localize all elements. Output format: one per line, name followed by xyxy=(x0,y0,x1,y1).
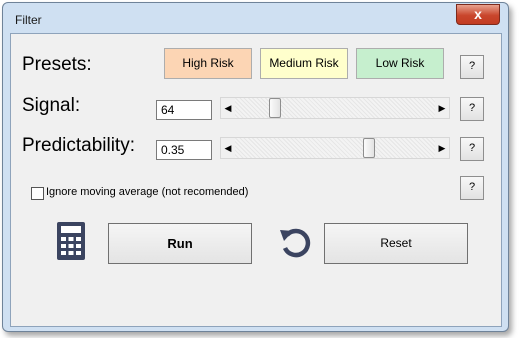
reset-icon[interactable] xyxy=(277,224,315,267)
signal-slider[interactable]: ◀ ▶ xyxy=(220,97,450,119)
preset-medium-risk-button[interactable]: Medium Risk xyxy=(260,48,348,79)
signal-help-button[interactable]: ? xyxy=(460,97,484,121)
ignore-moving-average-checkbox[interactable] xyxy=(31,187,44,200)
preset-high-risk-button[interactable]: High Risk xyxy=(164,48,252,79)
ignore-moving-average-label: Ignore moving average (not recomended) xyxy=(46,186,249,198)
predictability-slider[interactable]: ◀ ▶ xyxy=(220,137,450,159)
signal-input[interactable]: 64 xyxy=(156,100,212,120)
predictability-right-arrow[interactable]: ▶ xyxy=(435,138,449,158)
dialog-body: Presets: High Risk Medium Risk Low Risk … xyxy=(10,33,502,327)
run-button[interactable]: Run xyxy=(108,223,252,264)
predictability-slider-thumb[interactable] xyxy=(362,138,375,158)
presets-label: Presets: xyxy=(22,54,92,75)
ignore-ma-help-button[interactable]: ? xyxy=(460,176,484,200)
reset-button[interactable]: Reset xyxy=(324,223,468,264)
predictability-help-button[interactable]: ? xyxy=(460,137,484,161)
predictability-left-arrow[interactable]: ◀ xyxy=(221,138,235,158)
window-title: Filter xyxy=(15,13,42,27)
signal-slider-thumb[interactable] xyxy=(268,98,281,118)
signal-label: Signal: xyxy=(22,95,81,116)
predictability-label: Predictability: xyxy=(22,135,135,156)
predictability-input[interactable]: 0.35 xyxy=(156,140,212,160)
preset-low-risk-button[interactable]: Low Risk xyxy=(356,48,444,79)
filter-dialog: Filter x Presets: High Risk Medium Risk … xyxy=(2,2,509,332)
title-bar[interactable]: Filter x xyxy=(3,3,508,33)
presets-help-button[interactable]: ? xyxy=(460,55,484,79)
close-button[interactable]: x xyxy=(456,4,500,25)
calculator-icon xyxy=(56,221,86,266)
signal-right-arrow[interactable]: ▶ xyxy=(435,98,449,118)
signal-left-arrow[interactable]: ◀ xyxy=(221,98,235,118)
